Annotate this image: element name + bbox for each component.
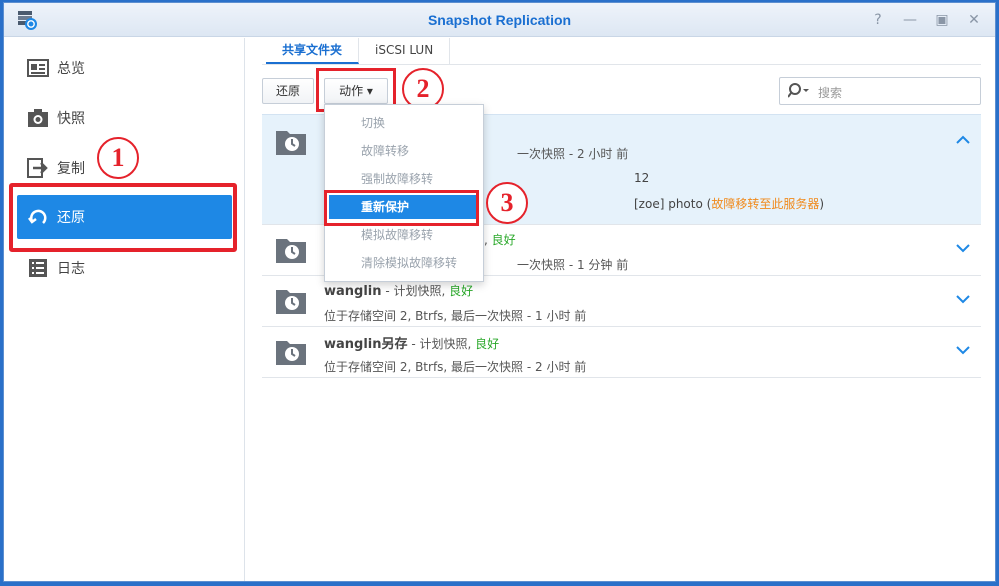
overview-icon (27, 59, 49, 77)
status-good: 良好 (449, 284, 474, 298)
sidebar-item-snapshot[interactable]: 快照 (17, 96, 232, 140)
sidebar-item-label: 还原 (57, 210, 85, 226)
list-item[interactable]: wanglin - 计划快照, 良好 位于存储空间 2, Btrfs, 最后一次… (262, 276, 981, 327)
row-name: wanglin - 计划快照, 良好 (324, 284, 474, 299)
chevron-down-icon[interactable] (955, 241, 971, 255)
sidebar-item-overview[interactable]: 总览 (17, 46, 232, 90)
sidebar-item-label: 复制 (57, 161, 85, 177)
sidebar-item-label: 快照 (57, 111, 85, 127)
action-dropdown-menu: 切换 故障转移 强制故障移转 重新保护 模拟故障移转 清除模拟故障移转 (324, 104, 484, 282)
row-desc: 一次快照 - 2 小时 前 (517, 147, 629, 161)
menu-item-clear-test-failover[interactable]: 清除模拟故障移转 (325, 251, 483, 275)
tab-divider (262, 64, 981, 65)
folder-history-icon (276, 290, 306, 314)
detail-value: 12 (634, 171, 650, 185)
row-name: wanglin另存 - 计划快照, 良好 (324, 337, 500, 352)
main-panel: 共享文件夹 iSCSI LUN 还原 动作 ▾ 2 搜索 一次快照 - 2 小时… (246, 38, 995, 581)
chevron-down-icon[interactable] (955, 292, 971, 306)
help-icon[interactable]: ? (869, 11, 887, 29)
chevron-up-icon[interactable] (955, 133, 971, 147)
sidebar-item-log[interactable]: 日志 (17, 246, 232, 290)
step-badge-3: 3 (486, 182, 528, 224)
step-badge-1: 1 (97, 137, 139, 179)
failover-link[interactable]: 故障移转至此服务器 (711, 197, 819, 211)
restore-icon (28, 209, 47, 224)
sidebar-item-label: 日志 (57, 261, 85, 277)
search-input[interactable]: 搜索 (779, 77, 981, 105)
tab-bar: 共享文件夹 iSCSI LUN (266, 38, 451, 64)
folder-history-icon (276, 239, 306, 263)
tab-shared-folder[interactable]: 共享文件夹 (266, 38, 360, 64)
sidebar-item-label: 总览 (57, 61, 85, 77)
search-placeholder: 搜索 (818, 86, 843, 100)
app-window: Snapshot Replication ? — ▣ ✕ 总览 快照 复制 还原… (3, 2, 996, 582)
menu-item-test-failover[interactable]: 模拟故障移转 (325, 223, 483, 247)
maximize-icon[interactable]: ▣ (933, 11, 951, 29)
close-icon[interactable]: ✕ (965, 11, 983, 29)
menu-item-switch[interactable]: 切换 (325, 111, 483, 135)
row-desc: 位于存储空间 2, Btrfs, 最后一次快照 - 1 小时 前 (324, 309, 587, 323)
log-icon (29, 259, 47, 277)
folder-history-icon (276, 131, 306, 155)
folder-history-icon (276, 341, 306, 365)
row-desc: 位于存储空间 2, Btrfs, 最后一次快照 - 2 小时 前 (324, 360, 587, 374)
status-good: 良好 (475, 337, 500, 351)
list-item[interactable]: wanglin另存 - 计划快照, 良好 位于存储空间 2, Btrfs, 最后… (262, 327, 981, 378)
title-bar: Snapshot Replication ? — ▣ ✕ (4, 3, 995, 37)
menu-item-reprotect[interactable]: 重新保护 (329, 195, 477, 219)
camera-icon (28, 109, 48, 127)
tab-iscsi-lun[interactable]: iSCSI LUN (359, 38, 451, 64)
action-button[interactable]: 动作 ▾ (324, 78, 388, 104)
sidebar: 总览 快照 复制 还原 日志 1 (4, 38, 245, 581)
menu-item-failover[interactable]: 故障转移 (325, 139, 483, 163)
row-desc: 一次快照 - 1 分钟 前 (517, 258, 629, 272)
detail-value: [zoe] photo (故障移转至此服务器) (634, 197, 825, 211)
window-title: Snapshot Replication (427, 12, 572, 28)
status-good: 良好 (491, 233, 516, 247)
restore-button[interactable]: 还原 (262, 78, 314, 104)
replicate-icon (27, 158, 48, 178)
minimize-icon[interactable]: — (901, 11, 919, 29)
menu-item-force-failover[interactable]: 强制故障移转 (325, 167, 483, 191)
chevron-down-icon[interactable] (955, 343, 971, 357)
sidebar-item-restore[interactable]: 还原 (17, 195, 232, 239)
search-icon (788, 83, 809, 98)
